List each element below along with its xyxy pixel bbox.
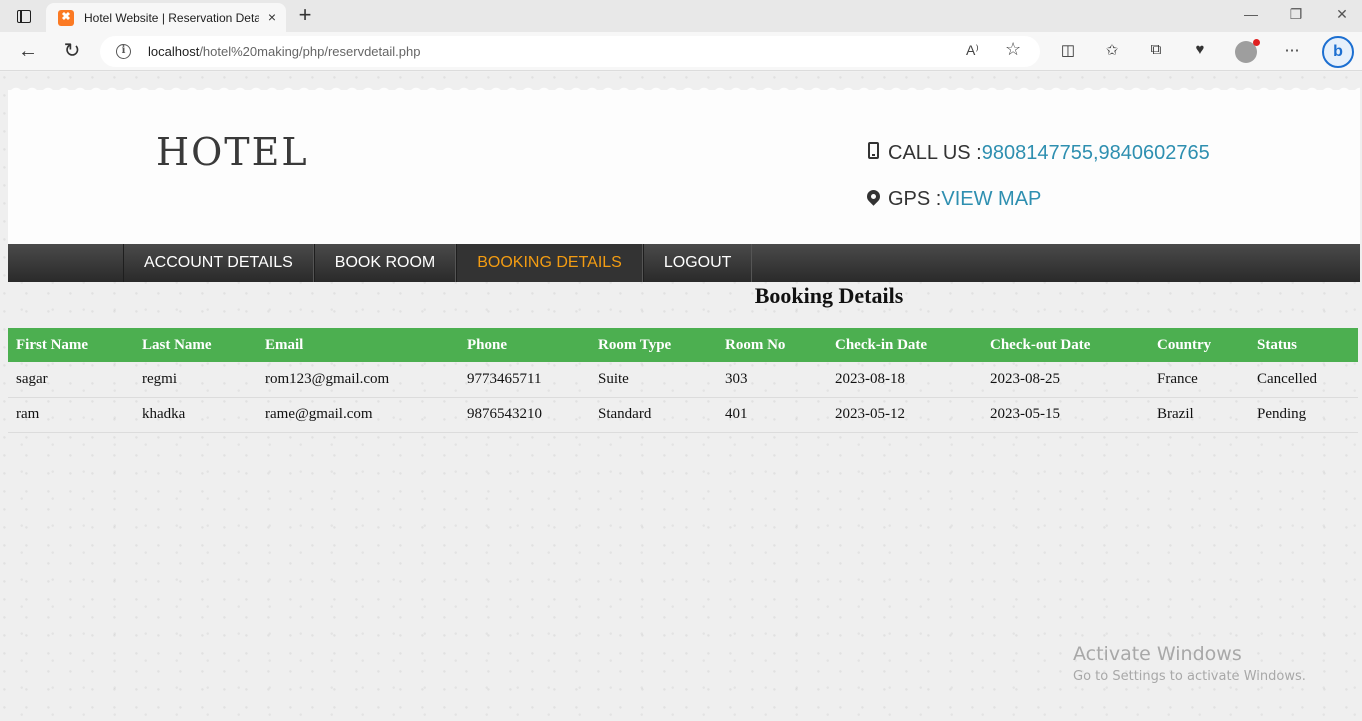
mobile-phone-icon [867, 142, 879, 159]
table-cell-status: Pending [1249, 397, 1358, 433]
table-cell-last-name: regmi [134, 362, 257, 398]
watermark-subtitle: Go to Settings to activate Windows. [1073, 669, 1306, 684]
table-cell-room-no: 303 [717, 362, 827, 398]
call-label: CALL US : [888, 142, 982, 164]
table-cell-last-name: khadka [134, 397, 257, 433]
favorite-star-icon[interactable]: ☆ [1005, 39, 1021, 60]
column-header-room-type: Room Type [590, 328, 717, 362]
refresh-icon[interactable]: ↻ [60, 40, 84, 62]
column-header-status: Status [1249, 328, 1358, 362]
column-header-check-out-date: Check-out Date [982, 328, 1149, 362]
table-cell-country: Brazil [1149, 397, 1249, 433]
column-header-email: Email [257, 328, 459, 362]
more-icon[interactable]: ⋯ [1281, 41, 1303, 59]
bing-copilot-icon[interactable]: b [1322, 36, 1354, 68]
table-cell-check-in-date: 2023-08-18 [827, 362, 982, 398]
column-header-phone: Phone [459, 328, 590, 362]
header-wave-edge [8, 84, 1360, 94]
nav-items: ACCOUNT DETAILS BOOK ROOM BOOKING DETAILS L… [123, 244, 753, 282]
table-row: ram khadka rame@gmail.com 9876543210 Standar… [8, 397, 1358, 433]
column-header-room-no: Room No [717, 328, 827, 362]
table-cell-phone: 9773465711 [459, 362, 590, 398]
url-text: localhost/hotel%20making/php/reservdetai… [148, 44, 420, 59]
collections-icon[interactable]: ⧉ [1145, 41, 1167, 58]
site-logo[interactable]: HOTEL [156, 130, 309, 174]
booking-table: First Name Last Name Email Phone Room Type Ro… [8, 328, 1358, 433]
table-cell-first-name: sagar [8, 362, 134, 398]
tab-strip: ✖ Hotel Website | Reservation Deta × + —… [0, 0, 1362, 32]
nav-item-logout[interactable]: LOGOUT [642, 244, 753, 282]
table-cell-room-type: Standard [590, 397, 717, 433]
map-marker-icon [863, 187, 883, 206]
table-cell-room-type: Suite [590, 362, 717, 398]
table-cell-phone: 9876543210 [459, 397, 590, 433]
table-cell-status: Cancelled [1249, 362, 1358, 398]
tab-title: Hotel Website | Reservation Deta [84, 10, 259, 25]
gps: GPS : VIEW MAP [862, 187, 1041, 211]
close-window-icon[interactable]: ✕ [1332, 6, 1352, 23]
gps-label: GPS : [888, 188, 942, 210]
address-bar-row: ← ↻ i localhost/hotel%20making/php/reser… [0, 32, 1362, 71]
column-header-country: Country [1149, 328, 1249, 362]
split-screen-icon[interactable]: ◫ [1057, 41, 1079, 59]
call-us: CALL US : 9808147755,9840602765 [862, 142, 1210, 165]
url-input[interactable]: i localhost/hotel%20making/php/reservdet… [100, 36, 1040, 67]
view-map-link[interactable]: VIEW MAP [941, 188, 1041, 211]
back-icon[interactable]: ← [16, 40, 40, 62]
nav-item-account-details[interactable]: ACCOUNT DETAILS [123, 244, 314, 282]
tab-actions-icon[interactable] [10, 6, 38, 26]
browser-tab[interactable]: ✖ Hotel Website | Reservation Deta × [46, 3, 286, 32]
table-cell-check-in-date: 2023-05-12 [827, 397, 982, 433]
booking-table-wrap: First Name Last Name Email Phone Room Type Ro… [8, 328, 1358, 433]
browser-essentials-icon[interactable]: ♥ [1189, 41, 1211, 58]
table-cell-country: France [1149, 362, 1249, 398]
site-info-icon[interactable]: i [116, 44, 131, 59]
table-cell-room-no: 401 [717, 397, 827, 433]
xampp-favicon-icon: ✖ [58, 9, 74, 26]
table-header-row: First Name Last Name Email Phone Room Type Ro… [8, 328, 1358, 362]
table-cell-check-out-date: 2023-05-15 [982, 397, 1149, 433]
page-body: HOTEL CALL US : 9808147755,9840602765 GP… [0, 72, 1362, 721]
table-body: sagar regmi rom123@gmail.com 9773465711 Suit… [8, 362, 1358, 433]
minimize-icon[interactable]: — [1241, 6, 1261, 22]
page-title: Booking Details [754, 283, 904, 308]
call-numbers[interactable]: 9808147755,9840602765 [982, 142, 1210, 165]
close-tab-icon[interactable]: × [268, 10, 276, 24]
table-cell-email: rame@gmail.com [257, 397, 459, 433]
column-header-first-name: First Name [8, 328, 134, 362]
site-header: HOTEL CALL US : 9808147755,9840602765 GP… [8, 90, 1360, 244]
nav-item-book-room[interactable]: BOOK ROOM [313, 244, 457, 282]
table-cell-first-name: ram [8, 397, 134, 433]
activate-windows-watermark: Activate Windows Go to Settings to activ… [1073, 643, 1306, 684]
column-header-check-in-date: Check-in Date [827, 328, 982, 362]
table-cell-email: rom123@gmail.com [257, 362, 459, 398]
profile-avatar[interactable] [1235, 39, 1260, 63]
restore-icon[interactable]: ❐ [1286, 6, 1306, 23]
read-aloud-icon[interactable]: A⁾ [966, 42, 979, 59]
main-nav: ACCOUNT DETAILS BOOK ROOM BOOKING DETAILS L… [8, 244, 1360, 282]
url-path: /hotel%20making/php/reservdetail.php [199, 44, 421, 59]
favorites-icon[interactable]: ✩ [1101, 41, 1123, 59]
watermark-title: Activate Windows [1073, 643, 1242, 665]
column-header-last-name: Last Name [134, 328, 257, 362]
new-tab-button[interactable]: + [294, 4, 316, 26]
nav-item-booking-details[interactable]: BOOKING DETAILS [456, 244, 643, 282]
table-cell-check-out-date: 2023-08-25 [982, 362, 1149, 398]
url-host: localhost [148, 44, 200, 59]
table-row: sagar regmi rom123@gmail.com 9773465711 Suit… [8, 362, 1358, 398]
